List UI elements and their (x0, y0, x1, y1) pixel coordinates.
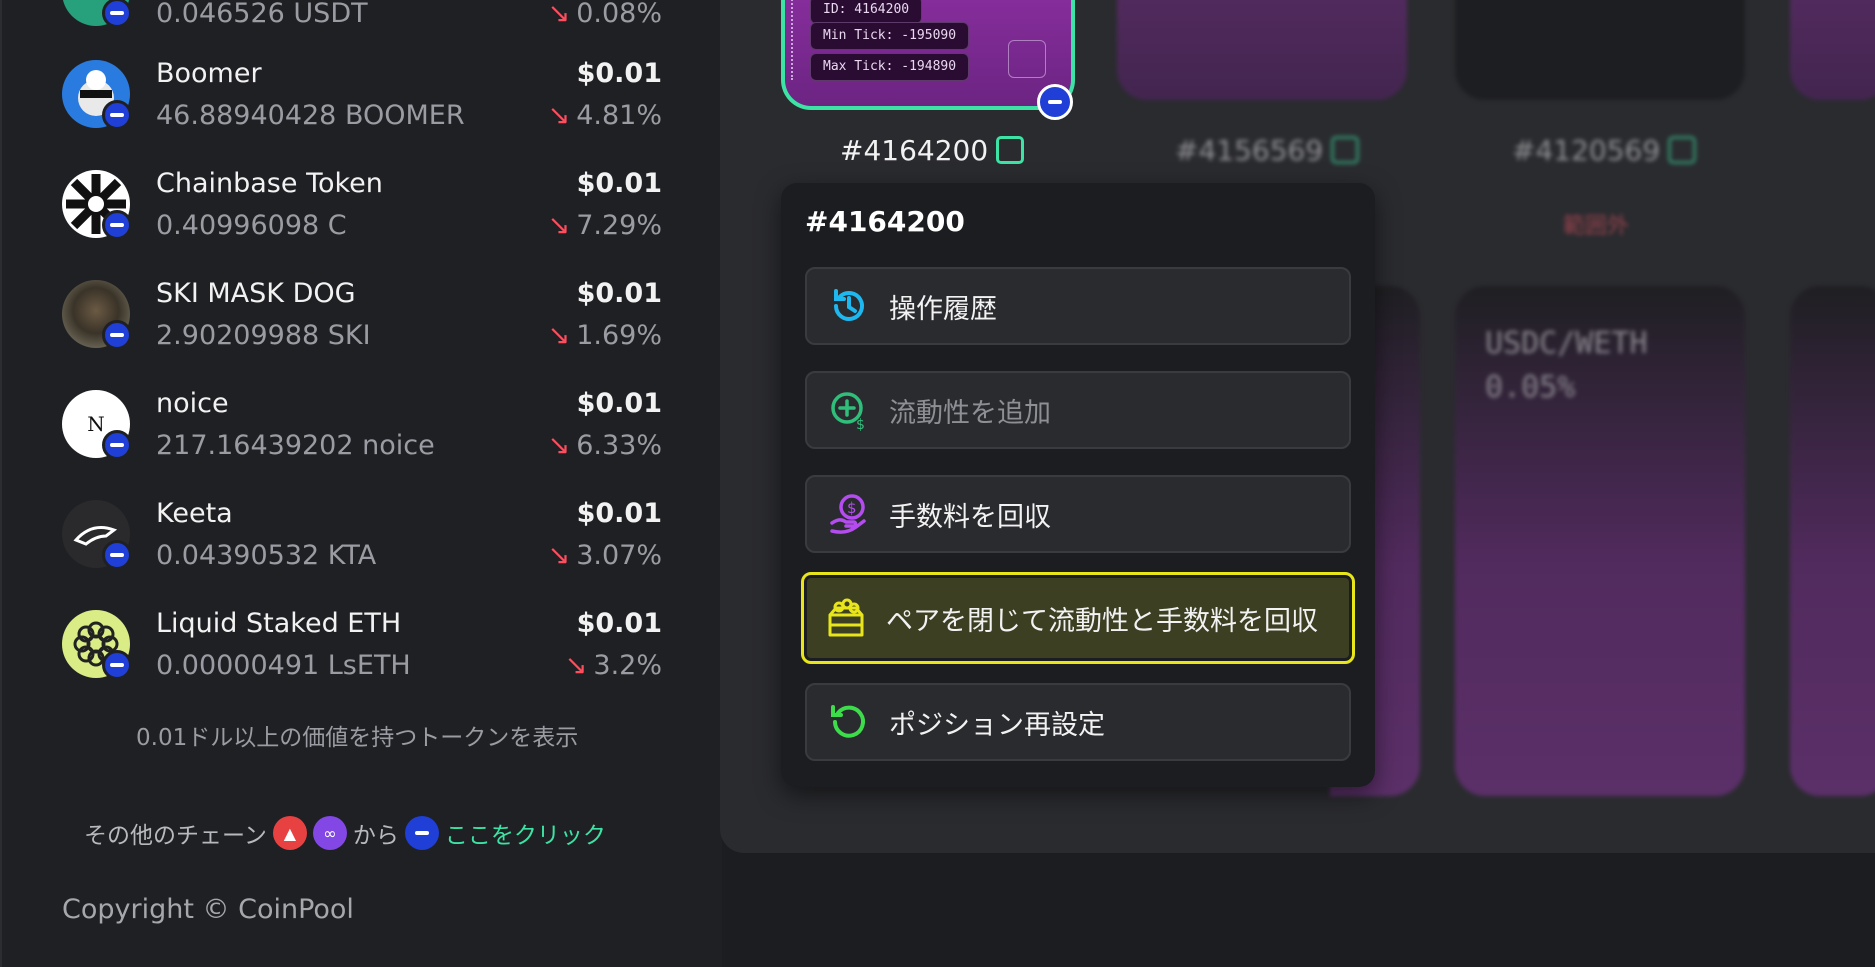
token-amount: 0.046526 USDT (156, 0, 368, 29)
token-change: ↘ 6.33% (547, 430, 662, 461)
min-tick-field: Min Tick: -195090 (810, 22, 970, 50)
token-row-noice[interactable]: N noice 217.16439202 noice $0.01 ↘ 6.33% (62, 388, 662, 480)
token-price: $0.01 (576, 58, 662, 89)
down-arrow-icon: ↘ (547, 100, 571, 131)
token-change: ↘ 3.2% (564, 650, 662, 681)
copyright-text: Copyright © CoinPool (62, 894, 354, 925)
history-button[interactable]: 操作履歴 (805, 267, 1351, 345)
token-price: $0.01 (576, 388, 662, 419)
menu-title: #4164200 (805, 205, 965, 238)
token-row-chainbase[interactable]: Chainbase Token 0.40996098 C $0.01 ↘ 7.29… (62, 168, 662, 260)
position-card-edge[interactable] (1790, 0, 1875, 100)
token-price: $0.01 (576, 278, 662, 309)
token-sidebar: 0.046526 USDT ↘ 0.08% Boomer 46.88940428 … (0, 0, 722, 967)
token-change: ↘ 4.81% (547, 100, 662, 131)
avalanche-icon[interactable]: ▲ (272, 816, 307, 850)
add-liquidity-label: 流動性を追加 (889, 397, 1051, 429)
range-curve-icon (1008, 40, 1046, 78)
add-liquidity-button[interactable]: $ 流動性を追加 (805, 371, 1351, 449)
click-here-link[interactable]: ここをクリック (445, 816, 606, 850)
nft-side-text (791, 0, 799, 80)
token-name: noice (156, 388, 229, 419)
external-link-icon[interactable] (1668, 136, 1697, 164)
other-chains-from: から (352, 823, 399, 849)
token-row-ski[interactable]: SKI MASK DOG 2.90209988 SKI $0.01 ↘ 1.69% (62, 278, 662, 370)
token-amount: 217.16439202 noice (156, 430, 435, 461)
svg-text:$: $ (856, 417, 865, 431)
token-name: Chainbase Token (156, 168, 383, 199)
token-name: Liquid Staked ETH (156, 608, 402, 639)
chain-badge-icon (102, 540, 132, 570)
external-link-icon[interactable] (1331, 136, 1360, 164)
token-amount: 0.00000491 LsETH (156, 650, 411, 681)
chain-badge-icon (102, 210, 132, 240)
pair-name: USDC/WETH (1485, 326, 1648, 361)
position-action-menu: #4164200 操作履歴 $ 流動性を追加 $ 手数料を回収 ペアを閉じて流動… (781, 183, 1375, 787)
reset-position-icon (827, 700, 871, 744)
token-amount: 46.88940428 BOOMER (156, 100, 465, 131)
token-name: Boomer (156, 58, 262, 89)
token-row-boomer[interactable]: Boomer 46.88940428 BOOMER $0.01 ↘ 4.81% (62, 58, 662, 150)
chain-badge-icon (102, 320, 132, 350)
add-liquidity-icon: $ (827, 388, 871, 432)
position-id-4120569[interactable]: #4120569 (1512, 134, 1697, 167)
down-arrow-icon: ↘ (547, 210, 571, 241)
collect-fees-button[interactable]: $ 手数料を回収 (805, 475, 1351, 553)
token-row-keeta[interactable]: Keeta 0.04390532 KTA $0.01 ↘ 3.07% (62, 498, 662, 590)
token-change: ↘ 7.29% (547, 210, 662, 241)
base-chain-icon[interactable] (404, 816, 439, 850)
token-row-lseth[interactable]: Liquid Staked ETH 0.00000491 LsETH $0.01… (62, 608, 662, 700)
close-pair-icon (824, 596, 868, 640)
pair-card-usdc-weth[interactable]: USDC/WETH 0.05% (1455, 286, 1745, 796)
reset-position-button[interactable]: ポジション再設定 (805, 683, 1351, 761)
token-change: ↘ 3.07% (547, 540, 662, 571)
polygon-icon[interactable]: ∞ (312, 816, 347, 850)
svg-text:$: $ (847, 499, 857, 517)
collect-fees-label: 手数料を回収 (889, 501, 1051, 533)
token-name: SKI MASK DOG (156, 278, 356, 309)
position-id-4156569[interactable]: #4156569 (1175, 134, 1360, 167)
chain-badge-icon (102, 0, 132, 28)
down-arrow-icon: ↘ (547, 430, 571, 461)
token-change: ↘ 0.08% (547, 0, 662, 29)
position-card-4156569[interactable] (1117, 0, 1407, 100)
token-price: $0.01 (576, 498, 662, 529)
position-id-field: ID: 4164200 (810, 0, 923, 24)
close-pair-button[interactable]: ペアを閉じて流動性と手数料を回収 (801, 572, 1355, 664)
out-of-range-badge: 範囲外 (1563, 214, 1630, 239)
token-amount: 0.40996098 C (156, 210, 347, 241)
min-value-filter-toggle[interactable]: 0.01ドル以上の価値を持つトークンを表示 (136, 718, 578, 752)
pair-card-edge[interactable] (1790, 286, 1875, 796)
collect-fees-icon: $ (827, 492, 871, 536)
position-card-4120569[interactable] (1455, 0, 1745, 100)
pair-fee: 0.05% (1485, 370, 1576, 405)
history-label: 操作履歴 (889, 293, 997, 325)
down-arrow-icon: ↘ (547, 0, 571, 29)
token-row-usdt[interactable]: 0.046526 USDT ↘ 0.08% (62, 0, 662, 48)
history-icon (827, 284, 871, 328)
down-arrow-icon: ↘ (547, 320, 571, 351)
token-name: Keeta (156, 498, 233, 529)
token-amount: 0.04390532 KTA (156, 540, 377, 571)
chain-badge-icon (102, 100, 132, 130)
token-amount: 2.90209988 SKI (156, 320, 371, 351)
selected-card-chain-icon (1037, 84, 1073, 120)
chain-badge-icon (102, 650, 132, 680)
chain-badge-icon (102, 430, 132, 460)
other-chains-prefix: その他のチェーン (84, 823, 267, 849)
max-tick-field: Max Tick: -194890 (810, 53, 970, 81)
token-price: $0.01 (576, 168, 662, 199)
reset-position-label: ポジション再設定 (889, 709, 1105, 741)
down-arrow-icon: ↘ (564, 650, 588, 681)
other-chains-row: その他のチェーン ▲ ∞ から ここをクリック (84, 816, 606, 850)
token-price: $0.01 (576, 608, 662, 639)
token-change: ↘ 1.69% (547, 320, 662, 351)
close-pair-label: ペアを閉じて流動性と手数料を回収 (886, 605, 1318, 637)
down-arrow-icon: ↘ (547, 540, 571, 571)
external-link-icon[interactable] (996, 136, 1025, 164)
selected-position-id[interactable]: #4164200 (840, 134, 1025, 167)
